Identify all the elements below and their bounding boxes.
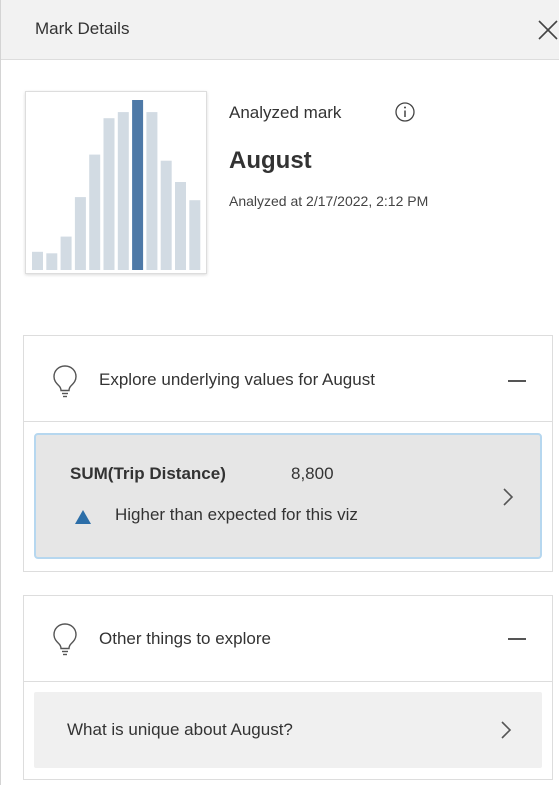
thumbnail-bar (89, 154, 101, 270)
insight-text: Higher than expected for this viz (115, 505, 358, 524)
triangle-up-icon (75, 510, 91, 524)
thumbnail-bar (117, 112, 129, 270)
mark-thumbnail-chart (25, 91, 207, 274)
other-things-header[interactable]: Other things to explore (24, 596, 552, 682)
thumbnail-bar-highlighted (132, 100, 144, 270)
question-card[interactable]: What is unique about August? (34, 692, 542, 768)
measure-value: 8,800 (291, 464, 334, 483)
thumbnail-bar (160, 160, 172, 270)
thumbnail-bar (60, 236, 72, 270)
analyzed-timestamp: Analyzed at 2/17/2022, 2:12 PM (229, 193, 429, 209)
thumbnail-bar (103, 118, 115, 270)
question-text: What is unique about August? (67, 720, 293, 739)
thumbnail-bar (46, 253, 58, 270)
minus-icon[interactable] (508, 638, 526, 640)
panel-title: Mark Details (35, 19, 130, 38)
thumbnail-bar (74, 197, 86, 270)
close-icon[interactable] (535, 17, 559, 43)
panel-header: Mark Details (1, 0, 559, 60)
underlying-values-header[interactable]: Explore underlying values for August (24, 336, 552, 422)
lightbulb-icon (53, 623, 77, 656)
other-things-title: Other things to explore (99, 629, 271, 648)
thumbnail-bar (146, 112, 158, 270)
measure-label: SUM(Trip Distance) (70, 464, 226, 483)
mark-value: August (229, 147, 312, 174)
thumbnail-bar (32, 251, 43, 270)
chevron-right-icon[interactable] (500, 720, 512, 740)
underlying-values-section: Explore underlying values for August SUM… (23, 335, 553, 572)
thumbnail-svg (32, 100, 201, 270)
mark-details-panel: Mark Details Analyzed mark August Analyz… (0, 0, 559, 785)
thumbnail-bar (189, 200, 201, 270)
underlying-values-title: Explore underlying values for August (99, 370, 375, 389)
lightbulb-icon (53, 365, 77, 398)
measure-card[interactable]: SUM(Trip Distance) 8,800 Higher than exp… (34, 433, 542, 559)
info-icon[interactable] (394, 101, 416, 123)
analyzed-mark-label: Analyzed mark (229, 103, 342, 122)
chevron-right-icon[interactable] (502, 487, 514, 507)
other-things-section: Other things to explore What is unique a… (23, 595, 553, 780)
thumbnail-bar (175, 182, 186, 270)
minus-icon[interactable] (508, 380, 526, 382)
